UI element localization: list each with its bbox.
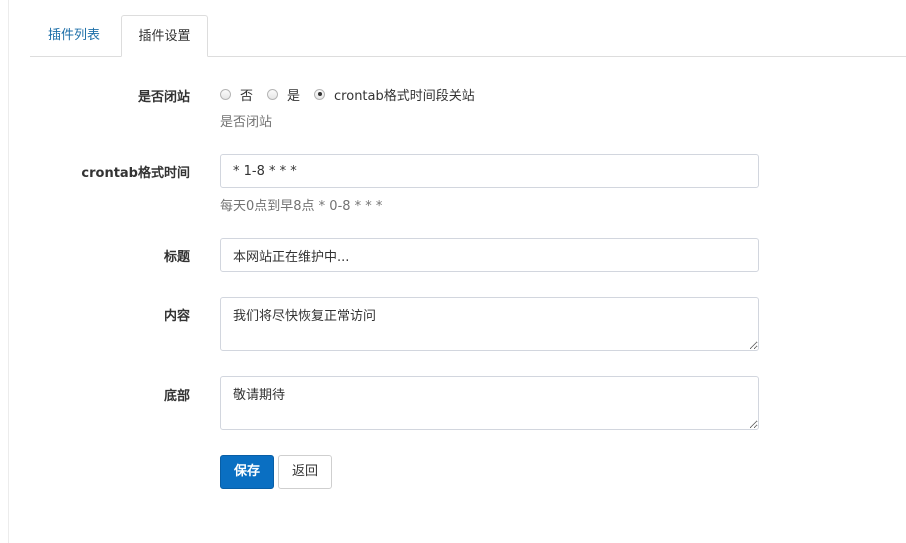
tab-bar: 插件列表 插件设置 bbox=[30, 15, 906, 57]
radio-option-yes[interactable]: 是 bbox=[267, 85, 300, 104]
left-panel-edge bbox=[0, 0, 9, 543]
close-site-radio-group: 否 是 crontab格式时间段关站 bbox=[220, 84, 489, 104]
radio-option-no[interactable]: 否 bbox=[220, 85, 253, 104]
radio-yes-label: 是 bbox=[287, 88, 301, 104]
close-site-help: 是否闭站 bbox=[220, 115, 273, 130]
radio-crontab[interactable] bbox=[314, 88, 326, 100]
content-textarea[interactable]: 我们将尽快恢复正常访问 bbox=[220, 297, 759, 351]
content-label: 内容 bbox=[163, 309, 190, 324]
crontab-time-label: crontab格式时间 bbox=[81, 166, 190, 181]
radio-crontab-label: crontab格式时间段关站 bbox=[334, 88, 475, 104]
back-button[interactable]: 返回 bbox=[278, 455, 332, 489]
footer-textarea[interactable]: 敬请期待 bbox=[220, 376, 759, 430]
title-input[interactable] bbox=[220, 238, 759, 272]
tab-plugin-list[interactable]: 插件列表 bbox=[30, 15, 118, 57]
footer-label: 底部 bbox=[163, 389, 190, 404]
title-label: 标题 bbox=[163, 250, 190, 265]
radio-yes[interactable] bbox=[267, 88, 279, 100]
radio-no[interactable] bbox=[220, 88, 231, 100]
crontab-time-input[interactable] bbox=[220, 154, 759, 188]
tab-plugin-settings[interactable]: 插件设置 bbox=[121, 15, 208, 57]
close-site-label: 是否闭站 bbox=[137, 90, 190, 105]
radio-no-label: 否 bbox=[240, 88, 254, 104]
radio-option-crontab[interactable]: crontab格式时间段关站 bbox=[314, 85, 475, 104]
crontab-time-help: 每天0点到早8点 * 0-8 * * * bbox=[220, 199, 383, 214]
save-button[interactable]: 保存 bbox=[220, 455, 274, 489]
